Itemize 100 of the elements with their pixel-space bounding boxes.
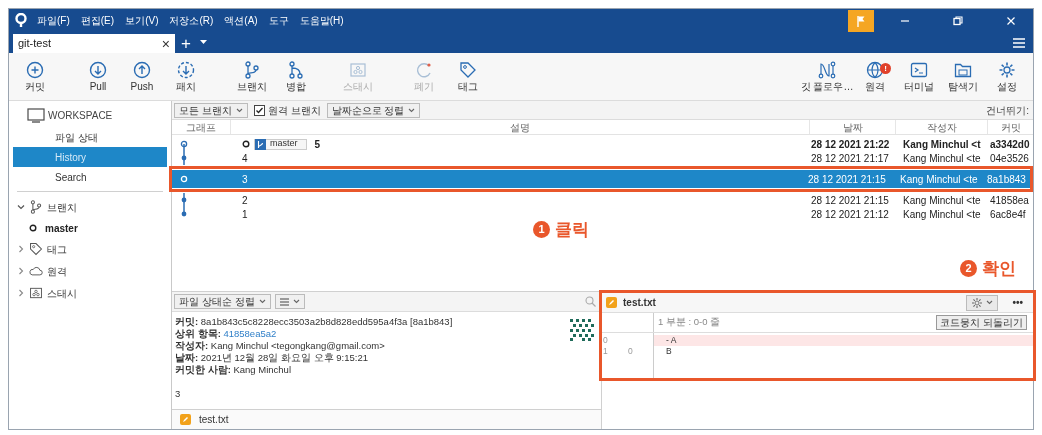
pencil-file-icon [606,297,617,308]
line-number: 0 [602,335,609,346]
toolbar-button[interactable]: ! 원격 [853,56,897,97]
flow-icon [818,61,836,79]
commit-author: Kang Minchul <te [899,172,979,187]
folder-icon [954,61,972,79]
remote-branches-checkbox[interactable]: 원격 브랜치 [251,102,323,118]
merge-icon [287,61,305,79]
arc-icon [415,61,433,79]
menu-icon [1013,38,1025,48]
commit-row[interactable]: 4 28 12 2021 21:17 Kang Minchul <te 04e3526 [172,151,1033,165]
current-branch-icon [242,140,250,148]
annotation-label: 클릭 [555,221,589,238]
commit-row[interactable]: master 5 28 12 2021 21:22 Kang Minchul <t a3342d0 [172,137,1033,151]
commit-row[interactable]: 2 28 12 2021 21:15 Kang Minchul <te 41858ea [172,193,1033,207]
menu-item[interactable]: 편집(E) [79,13,116,28]
view-mode-dropdown[interactable] [274,294,305,309]
alert-badge: ! [880,62,891,74]
toolbar-button[interactable]: 탐색기 [941,56,985,97]
sort-dropdown[interactable]: 날짜순으로 정렬 [326,102,421,118]
commit-author: Kang Minchul <te [902,207,982,222]
settings-dropdown[interactable] [966,294,999,311]
commit-row[interactable]: 3 28 12 2021 21:15 Kang Minchul <te 8a1b843 [172,170,1030,188]
caret-icon [235,107,243,113]
sidebar-section[interactable]: 브랜치 [9,196,171,218]
branch-icon [255,138,266,150]
toolbar-button[interactable]: 터미널 [897,56,941,97]
notification-button[interactable] [848,9,874,32]
graph-node-icon [179,193,189,207]
commit-detail-line: 상위 항목: 41858ea5a2 [175,328,278,340]
up-arrow-circle-icon [133,61,151,79]
sidebar-section[interactable]: 태그 [9,238,171,260]
column-header[interactable]: 작성자 [895,120,987,134]
commit-message: 3 [242,172,248,187]
commit-hash: 04e3526 [989,151,1030,166]
repository-tab[interactable]: git-test × [13,34,175,53]
more-button[interactable]: ••• [1012,295,1023,310]
toolbar-button[interactable]: 패치 [164,56,208,97]
commit-message: 4 [242,151,248,166]
column-header[interactable]: 커밋 [987,120,1033,134]
list-icon [279,297,289,306]
toolbar-button[interactable]: Pull [76,56,120,97]
monitor-icon [27,107,45,123]
commit-message: 3 [175,388,182,400]
revert-hunk-button[interactable]: 코드뭉치 되돌리기 [936,315,1027,330]
commit-hash: 8a1b843 [986,172,1027,187]
file-sort-dropdown[interactable]: 파일 상태순 정렬 [174,294,271,309]
app-logo-icon [15,13,27,28]
new-tab-button[interactable]: + [181,35,191,52]
column-header[interactable]: 날짜 [809,120,895,134]
sidebar-item[interactable]: 파일 상태 [13,127,167,147]
current-branch-icon [29,224,37,232]
toolbar-button[interactable]: 커밋 [13,56,57,97]
commit-date: 28 12 2021 21:22 [810,137,891,152]
commit-author: Kang Minchul <te [902,193,982,208]
tab-close-button[interactable]: × [161,36,170,51]
menu-item[interactable]: 보기(V) [124,13,160,28]
commit-hash: 41858ea [989,193,1030,208]
settings-icon [998,61,1016,79]
stash-icon [349,61,367,79]
tag-icon [459,61,477,79]
sidebar-section[interactable]: 스태시 [9,282,171,304]
commit-row[interactable]: 1 28 12 2021 21:12 Kang Minchul <te 6ac8e4f [172,207,1033,221]
plus-circle-icon [26,61,44,79]
step-number: 1 [533,221,550,238]
toolbar-button[interactable]: 병합 [274,56,318,97]
menu-item[interactable]: 도움말(H) [298,13,345,28]
branch-label: master [254,138,307,150]
menu-item[interactable]: 도구 [267,13,290,28]
commit-message: 5 [314,137,321,152]
step-number: 2 [960,260,977,277]
restore-icon [952,14,964,27]
commit-date: 28 12 2021 21:17 [810,151,890,166]
sidebar-item[interactable]: Search [13,167,167,187]
parent-commit-link[interactable]: 41858ea5a2 [223,328,277,339]
column-header[interactable]: 설명 [230,120,809,134]
toolbar-button[interactable]: 브랜치 [230,56,274,97]
commit-detail-line: 커밋한 사람: Kang Minchul [175,364,292,376]
menu-item[interactable]: 파일(F) [36,13,71,28]
branch-filter-dropdown[interactable]: 모든 브랜치 [174,102,248,118]
commit-detail-line: 날짜: 2021년 12월 28일 화요일 오후 9:15:21 [175,352,369,364]
file-list-item[interactable]: test.txt [172,410,601,428]
toolbar-button[interactable]: 깃 플로우… [801,56,853,97]
column-header[interactable]: 그래프 [172,120,230,134]
menu-item[interactable]: 저장소(R) [168,13,215,28]
toolbar-button[interactable]: 설정 [985,56,1029,97]
commit-date: 28 12 2021 21:15 [810,193,890,208]
toolbar-button[interactable]: Push [120,56,164,97]
branch-icon [243,61,261,79]
diff-file-name: test.txt [623,296,656,310]
commit-date: 28 12 2021 21:12 [810,207,890,222]
branch-item[interactable]: master [9,218,171,238]
sidebar-section[interactable]: 원격 [9,260,171,282]
down-arrow-circle-icon [89,61,107,79]
toolbar-button[interactable]: 태그 [446,56,490,97]
menu-item[interactable]: 액션(A) [223,13,259,28]
avatar-icon [568,316,596,342]
commit-hash: a3342d0 [989,137,1031,152]
terminal-icon [910,61,928,79]
commit-date: 28 12 2021 21:15 [807,172,887,187]
